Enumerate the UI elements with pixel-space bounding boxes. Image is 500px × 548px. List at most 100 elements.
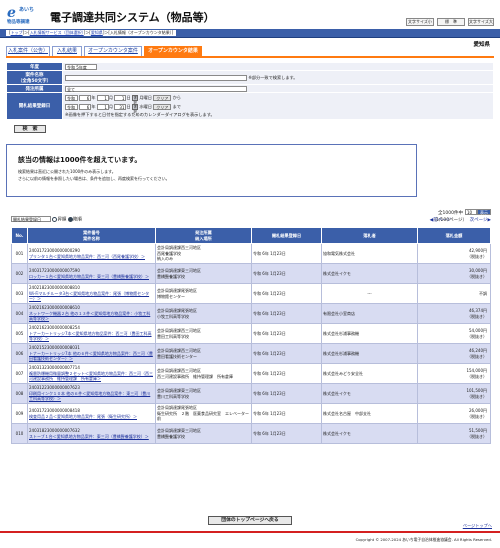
to-calendar-icon[interactable]: 選択 <box>131 103 138 114</box>
message-line-1: 検索結果は直近に公開された1000件のみ表示します。 <box>18 169 116 174</box>
row-case-link[interactable]: ロッカー１台＜愛知県地方物品案件：東三河（豊橋聾養護学校）＞ <box>29 274 149 279</box>
next-page-link[interactable]: 次ページ▶ <box>470 217 491 223</box>
from-era-select[interactable]: 令和 <box>65 94 78 101</box>
row-no: 002 <box>11 263 28 284</box>
name-input[interactable] <box>65 74 247 81</box>
row-case-link[interactable]: 検査用品２品＜愛知県地方物品案件：尾張（衛生研究所）＞ <box>29 414 137 419</box>
row-winner: --- <box>321 283 418 304</box>
row-no: 010 <box>11 423 28 444</box>
row-winner: 有限会社小室商店 <box>321 303 418 324</box>
tab-open-counter-result[interactable]: オープンカウンタ結果 <box>144 46 202 56</box>
row-case-link[interactable]: Wi-Fiマルチルータ3台＜愛知県地方物品案件：尾張（博物館センター）＞ <box>29 291 149 301</box>
name-sublabel: （全角50文字） <box>17 78 52 84</box>
row-case: 24021823000000008810 Wi-Fiマルチルータ3台＜愛知県地方物… <box>27 283 156 304</box>
breadcrumb-current: 入札情報（オープンカウンタ結果） <box>109 30 172 35</box>
search-button[interactable]: 検 索 <box>14 125 46 133</box>
from-clear-button[interactable]: クリア <box>153 94 172 101</box>
to-clear-button[interactable]: クリア <box>153 103 172 110</box>
row-amount-value: 不調 <box>479 290 487 296</box>
row-winner: 株式会社みどり安全社 <box>321 363 418 384</box>
to-month-input[interactable]: 1 <box>96 103 109 110</box>
row-dept: 会計局調達課尾張地区 博物館センター <box>155 283 252 304</box>
day-unit: 日 <box>126 94 131 100</box>
row-amount: 46,240円 （税抜き） <box>417 343 491 364</box>
total-count: 全1000件中 <box>438 211 463 216</box>
row-winner: 株式会社杉浦事務機 <box>321 343 418 364</box>
row-place: 衛生研究所 ２階 医薬食品研究室 エレベーター前 <box>157 410 249 422</box>
row-winner: 株式会社イクモ <box>321 423 418 444</box>
to-year-input[interactable]: 6 <box>79 103 92 110</box>
tab-open-counter[interactable]: オープンカウンタ案件 <box>84 46 142 56</box>
row-case-link[interactable]: トナーカートリッジ7本 他の６件＜愛知県地方物品案件：西三河（豊田看護技術センタ… <box>29 351 153 361</box>
col-winner: 落札者 <box>321 227 418 244</box>
dept-label: 発注所属 <box>6 84 63 93</box>
back-to-top-button[interactable]: 団体のトップページへ戻る <box>208 516 292 525</box>
row-amount-note: （税抜き） <box>467 393 487 399</box>
month-unit: 月 <box>108 94 114 100</box>
from-year-input[interactable]: 6 <box>79 94 92 101</box>
row-no: 008 <box>11 383 28 404</box>
row-winner: 協和電気株式会社 <box>321 243 418 264</box>
font-large-button[interactable]: 文字サイズ大 <box>468 18 494 26</box>
message-title: 該当の情報は1000件を超えています。 <box>18 156 142 164</box>
dept-select[interactable]: 全て <box>65 85 247 92</box>
sort-field-select[interactable]: 開札結果登録日 <box>11 216 51 222</box>
row-place: 豊川工科高等学校 <box>157 393 189 399</box>
table-row: 009 24031723000000008418 検査用品２品＜愛知県地方物品案件：… <box>11 403 491 424</box>
sort-asc-label: 昇順 <box>57 217 67 223</box>
row-date: 令和 6年 1月23日 <box>251 383 322 404</box>
row-place: 西三河建設事務所 維持管理課 所有倉庫 <box>157 373 233 379</box>
results-body: 001 24031723000000000290 プリンタ１台＜愛知県地方物品案件：… <box>11 243 491 444</box>
font-standard-button[interactable]: 標 準 <box>437 18 465 26</box>
row-date: 令和 6年 1月23日 <box>251 343 322 364</box>
row-case-link[interactable]: 複層防爆機用微量調整２セット＜愛知県地方物品案件：西三河（西三河建設事務所 維持… <box>29 371 153 381</box>
row-place: 豊田看護技術センター <box>157 353 197 359</box>
breadcrumb-top[interactable]: トップ <box>11 30 23 35</box>
row-case-link[interactable]: ストーブ１台＜愛知県地方物品案件：東三河（豊橋聾養護学校）＞ <box>29 434 149 439</box>
results-table: No. 案件番号 案件名称 発注所属 納入場所 開札結果登録日 落札者 落札金額… <box>11 227 491 444</box>
row-no: 004 <box>11 303 28 324</box>
row-no: 001 <box>11 243 28 264</box>
row-amount-note: （税抜き） <box>467 413 487 419</box>
show-button[interactable]: 表示 <box>477 209 491 215</box>
row-place: 博物館センター <box>157 293 185 299</box>
per-page-select[interactable]: 10 <box>465 209 477 215</box>
from-calendar-icon[interactable]: 選択 <box>131 94 138 105</box>
col-case: 案件番号 案件名称 <box>27 227 156 244</box>
row-no: 007 <box>11 363 28 384</box>
row-case-link[interactable]: ネットワーク機器２台 他の１３件＜愛知県地方物品案件：小牧工科高等学校＞ <box>29 311 150 321</box>
to-era-select[interactable]: 令和 <box>65 103 78 110</box>
from-month-input[interactable]: 1 <box>96 94 109 101</box>
site-logo[interactable]: e あいち 物品等調達 <box>7 5 47 25</box>
row-winner: 株式会社名古屋 中部支社 <box>321 403 418 424</box>
row-date: 令和 6年 1月23日 <box>251 423 322 444</box>
table-row: 003 24021823000000008810 Wi-Fiマルチルータ3台＜愛知県… <box>11 283 491 304</box>
row-case-link[interactable]: プリンタ１台＜愛知県地方物品案件：西三河（西尾養護学校）＞ <box>29 254 145 259</box>
page-top-link[interactable]: ページトップへ <box>463 523 492 529</box>
row-place: 小牧工科高等学校 <box>157 313 189 319</box>
breadcrumb-service[interactable]: 入札情報サービス（団体選択） <box>30 30 84 35</box>
row-case-link[interactable]: トナーカートリッジ7本＜愛知県地方物品案件：西三河（豊田工科高等学校）＞ <box>29 331 152 341</box>
row-amount-note: （税抜き） <box>467 313 487 319</box>
tab-bid-notice[interactable]: 入札案件（公告） <box>6 46 50 56</box>
row-place: 豊橋聾養護学校 <box>157 273 185 279</box>
row-case-link[interactable]: 印刷用インク１０本 他の６件＜愛知県地方物品案件：東三河（豊川工科高等学校）＞ <box>29 391 150 401</box>
table-row: 006 24021523000000008031 トナーカートリッジ7本 他の６件＜… <box>11 343 491 364</box>
from-day-input[interactable]: 1 <box>114 94 127 101</box>
name-note: ※部分一致で検索します。 <box>248 74 298 80</box>
font-small-button[interactable]: 文字サイズ小 <box>406 18 434 26</box>
col-no: No. <box>11 227 28 244</box>
tab-bid-result[interactable]: 入札結果 <box>52 46 82 56</box>
row-no: 003 <box>11 283 28 304</box>
date-label: 開札結果登録日 <box>6 92 63 120</box>
breadcrumb-pref[interactable]: 愛知県 <box>91 30 103 35</box>
row-winner: 株式会社イクモ <box>321 263 418 284</box>
row-amount: 101,500円 （税抜き） <box>417 383 491 404</box>
row-case: 24031323000000007714 複層防爆機用微量調整２セット＜愛知県地方… <box>27 363 156 384</box>
year-unit: 年 <box>91 103 96 109</box>
search-form: 年度 令和 5年度 案件名称 （全角50文字） ※部分一致で検索します。 発注所属… <box>6 62 494 120</box>
result-message-box: 該当の情報は1000件を超えています。 検索結果は直近に公開された1000件のみ… <box>6 144 417 197</box>
to-suffix: まで <box>172 103 181 109</box>
to-day-input[interactable]: 31 <box>114 103 127 110</box>
year-select[interactable]: 令和 5年度 <box>65 63 97 70</box>
